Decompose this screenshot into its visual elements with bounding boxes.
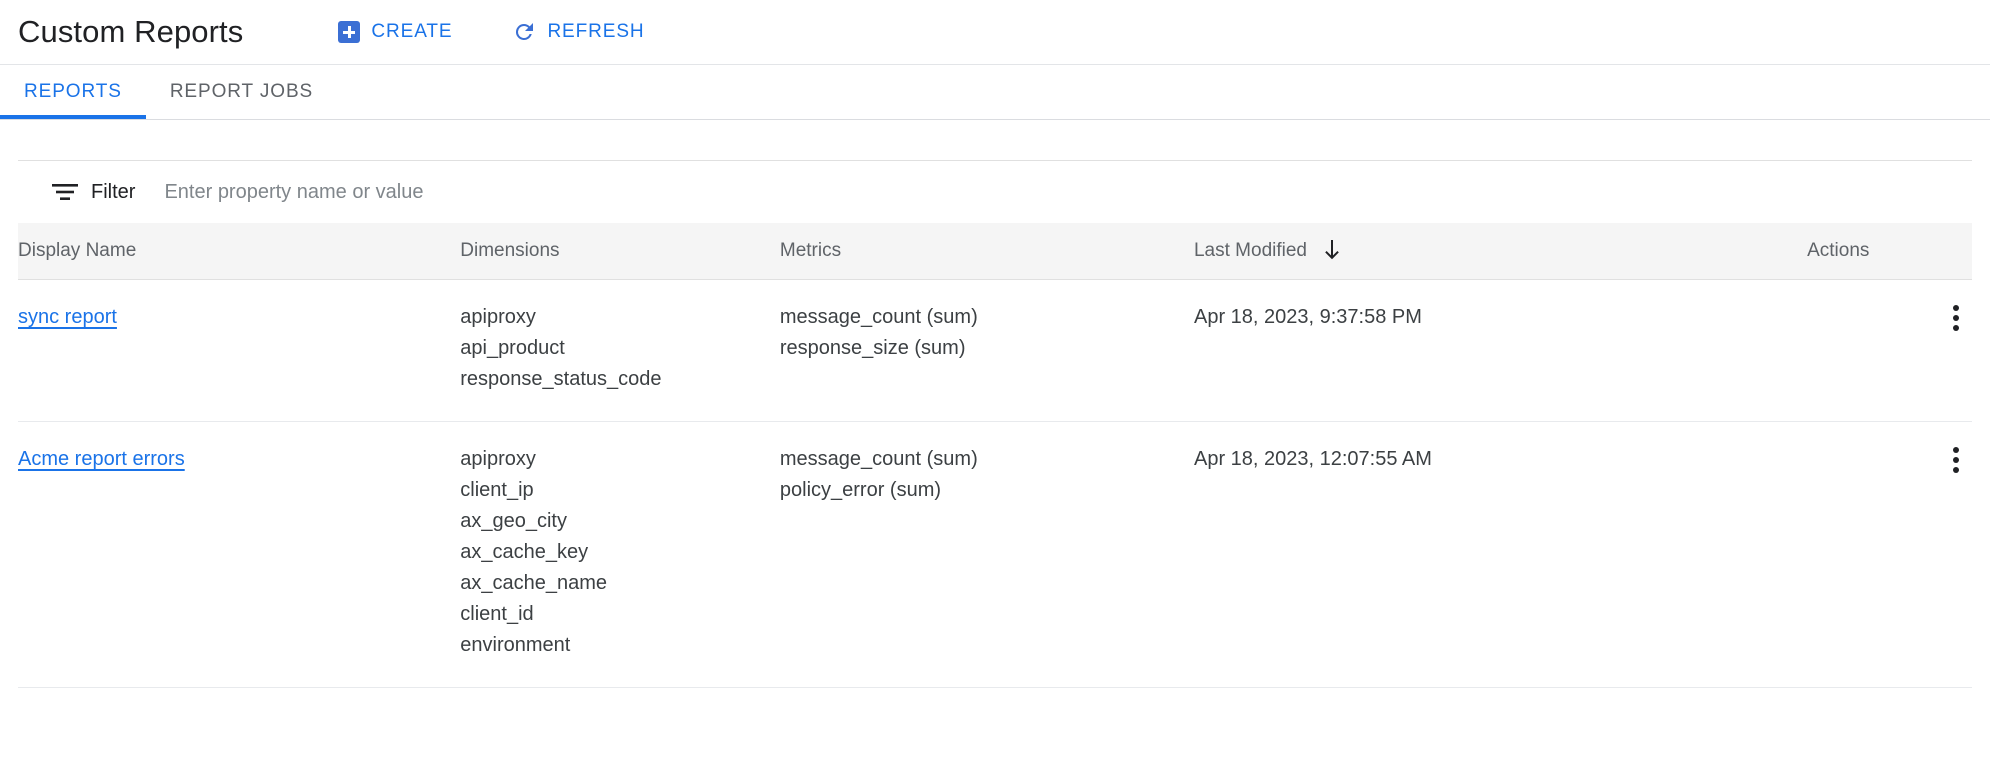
column-header-last-modified[interactable]: Last Modified xyxy=(1194,223,1807,280)
dimension-value: apiproxy xyxy=(460,302,780,333)
dimension-value: ax_cache_name xyxy=(460,568,780,599)
dimension-value: environment xyxy=(460,630,780,661)
page-title: Custom Reports xyxy=(18,14,243,50)
column-header-metrics[interactable]: Metrics xyxy=(780,223,1194,280)
reports-table: Display Name Dimensions Metrics Last Mod… xyxy=(18,223,1972,688)
table-row: sync report apiproxy api_product respons… xyxy=(18,280,1972,422)
plus-box-icon xyxy=(338,21,360,43)
column-header-display-name[interactable]: Display Name xyxy=(18,223,460,280)
dimension-value: ax_geo_city xyxy=(460,506,780,537)
filter-label: Filter xyxy=(91,181,135,204)
report-link[interactable]: sync report xyxy=(18,306,117,328)
dimension-value: client_id xyxy=(460,599,780,630)
cell-display-name: Acme report errors xyxy=(18,422,460,688)
create-button-label: CREATE xyxy=(371,21,452,43)
metric-value: message_count (sum) xyxy=(780,302,1194,333)
create-button[interactable]: CREATE xyxy=(338,21,452,43)
cell-last-modified: Apr 18, 2023, 12:07:55 AM xyxy=(1194,422,1807,688)
cell-actions xyxy=(1807,422,1972,688)
reports-table-container: Display Name Dimensions Metrics Last Mod… xyxy=(18,223,1972,688)
tab-bar: REPORTS REPORT JOBS xyxy=(0,64,1990,120)
table-header: Display Name Dimensions Metrics Last Mod… xyxy=(18,223,1972,280)
refresh-button[interactable]: REFRESH xyxy=(512,20,644,44)
last-modified-value: Apr 18, 2023, 12:07:55 AM xyxy=(1194,448,1432,470)
table-row: Acme report errors apiproxy client_ip ax… xyxy=(18,422,1972,688)
cell-actions xyxy=(1807,280,1972,422)
cell-dimensions: apiproxy api_product response_status_cod… xyxy=(460,280,780,422)
column-header-actions: Actions xyxy=(1807,223,1972,280)
column-header-last-modified-label: Last Modified xyxy=(1194,240,1307,262)
more-vert-icon[interactable] xyxy=(1940,444,1972,476)
dimension-value: response_status_code xyxy=(460,364,780,395)
metric-value: response_size (sum) xyxy=(780,333,1194,364)
cell-dimensions: apiproxy client_ip ax_geo_city ax_cache_… xyxy=(460,422,780,688)
filter-bar: Filter xyxy=(0,161,1990,223)
dimension-value: api_product xyxy=(460,333,780,364)
dimension-value: ax_cache_key xyxy=(460,537,780,568)
tab-reports-label: REPORTS xyxy=(24,81,122,103)
filter-section: Filter xyxy=(0,120,1990,223)
filter-input[interactable] xyxy=(164,181,804,204)
dimension-value: client_ip xyxy=(460,475,780,506)
cell-metrics: message_count (sum) response_size (sum) xyxy=(780,280,1194,422)
column-header-dimensions[interactable]: Dimensions xyxy=(460,223,780,280)
page-header: Custom Reports CREATE REFRESH xyxy=(0,0,1990,64)
refresh-icon xyxy=(512,20,536,44)
arrow-down-icon xyxy=(1323,240,1341,262)
dimension-value: apiproxy xyxy=(460,444,780,475)
table-body: sync report apiproxy api_product respons… xyxy=(18,280,1972,688)
tab-report-jobs-label: REPORT JOBS xyxy=(170,81,313,103)
last-modified-value: Apr 18, 2023, 9:37:58 PM xyxy=(1194,306,1422,328)
metric-value: policy_error (sum) xyxy=(780,475,1194,506)
cell-metrics: message_count (sum) policy_error (sum) xyxy=(780,422,1194,688)
report-link[interactable]: Acme report errors xyxy=(18,448,185,470)
metric-value: message_count (sum) xyxy=(780,444,1194,475)
cell-last-modified: Apr 18, 2023, 9:37:58 PM xyxy=(1194,280,1807,422)
more-vert-icon[interactable] xyxy=(1940,302,1972,334)
cell-display-name: sync report xyxy=(18,280,460,422)
tab-reports[interactable]: REPORTS xyxy=(0,65,146,119)
tab-report-jobs[interactable]: REPORT JOBS xyxy=(146,65,337,119)
refresh-button-label: REFRESH xyxy=(547,21,644,43)
table-header-row: Display Name Dimensions Metrics Last Mod… xyxy=(18,223,1972,280)
header-action-group: CREATE REFRESH xyxy=(338,20,644,44)
filter-icon[interactable] xyxy=(52,183,78,201)
